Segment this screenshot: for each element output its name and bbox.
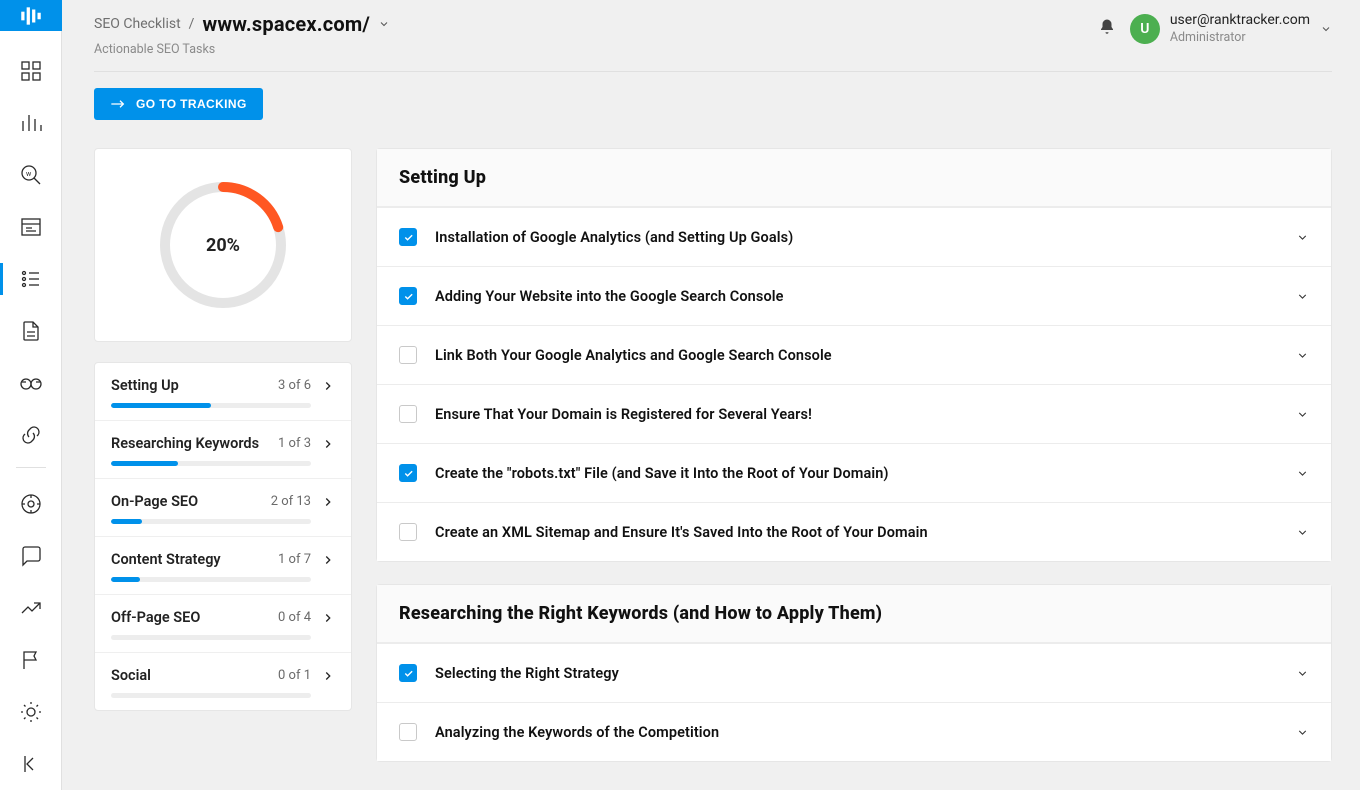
task-checkbox[interactable] (399, 405, 417, 423)
main-content: SEO Checklist / www.spacex.com/ Actionab… (62, 0, 1360, 790)
chevron-right-icon (321, 495, 335, 509)
breadcrumb-root: SEO Checklist (94, 16, 181, 32)
task-checkbox[interactable] (399, 464, 417, 482)
task-title: Analyzing the Keywords of the Competitio… (435, 724, 1296, 741)
chevron-right-icon (321, 611, 335, 625)
task-title: Ensure That Your Domain is Registered fo… (435, 406, 1296, 423)
category-count: 0 of 1 (278, 668, 311, 683)
chevron-down-icon (1296, 349, 1309, 362)
task-title: Link Both Your Google Analytics and Goog… (435, 347, 1296, 364)
task-row[interactable]: Adding Your Website into the Google Sear… (377, 266, 1331, 325)
category-item[interactable]: Researching Keywords 1 of 3 (95, 421, 351, 479)
category-name: Content Strategy (111, 551, 278, 568)
user-role: Administrator (1170, 30, 1310, 46)
progress-card: 20% (94, 148, 352, 342)
category-name: Setting Up (111, 377, 278, 394)
category-name: On-Page SEO (111, 493, 271, 510)
nav-support[interactable] (0, 478, 62, 530)
task-section: Researching the Right Keywords (and How … (376, 584, 1332, 762)
task-checkbox[interactable] (399, 523, 417, 541)
task-row[interactable]: Link Both Your Google Analytics and Goog… (377, 325, 1331, 384)
task-title: Create an XML Sitemap and Ensure It's Sa… (435, 524, 1296, 541)
nav-rail: w (0, 0, 62, 790)
chevron-down-icon (1296, 231, 1309, 244)
avatar: U (1130, 14, 1160, 44)
task-checkbox[interactable] (399, 228, 417, 246)
nav-serp-checker[interactable] (0, 201, 62, 253)
nav-theme[interactable] (0, 686, 62, 738)
task-checkbox[interactable] (399, 664, 417, 682)
task-row[interactable]: Create an XML Sitemap and Ensure It's Sa… (377, 502, 1331, 561)
nav-backlink-monitor[interactable] (0, 409, 62, 461)
svg-text:w: w (26, 170, 32, 178)
task-row[interactable]: Selecting the Right Strategy (377, 643, 1331, 702)
category-list: Setting Up 3 of 6 Researching Keywords 1… (94, 362, 352, 711)
chevron-down-icon (1296, 726, 1309, 739)
task-title: Selecting the Right Strategy (435, 665, 1296, 682)
chevron-down-icon[interactable] (378, 18, 390, 30)
chevron-right-icon (321, 437, 335, 451)
category-count: 2 of 13 (271, 494, 311, 509)
page-subtitle: Actionable SEO Tasks (94, 42, 390, 57)
nav-collapse[interactable] (0, 738, 62, 790)
nav-feedback[interactable] (0, 530, 62, 582)
user-email: user@ranktracker.com (1170, 12, 1310, 30)
task-title: Adding Your Website into the Google Sear… (435, 288, 1296, 305)
go-to-tracking-button[interactable]: GO TO TRACKING (94, 88, 263, 120)
nav-backlink-checker[interactable] (0, 357, 62, 409)
chevron-down-icon (1296, 526, 1309, 539)
task-row[interactable]: Ensure That Your Domain is Registered fo… (377, 384, 1331, 443)
nav-rank-tracker[interactable] (0, 97, 62, 149)
task-row[interactable]: Analyzing the Keywords of the Competitio… (377, 702, 1331, 761)
breadcrumb-site[interactable]: www.spacex.com/ (202, 12, 370, 36)
task-title: Installation of Google Analytics (and Se… (435, 229, 1296, 246)
category-item[interactable]: Setting Up 3 of 6 (95, 363, 351, 421)
task-row[interactable]: Installation of Google Analytics (and Se… (377, 207, 1331, 266)
task-checkbox[interactable] (399, 287, 417, 305)
breadcrumb: SEO Checklist / www.spacex.com/ (94, 12, 390, 36)
section-title: Researching the Right Keywords (and How … (377, 585, 1331, 643)
nav-flag[interactable] (0, 634, 62, 686)
user-menu[interactable]: U user@ranktracker.com Administrator (1130, 12, 1332, 45)
chevron-right-icon (321, 553, 335, 567)
chevron-down-icon (1296, 290, 1309, 303)
category-item[interactable]: Content Strategy 1 of 7 (95, 537, 351, 595)
go-button-label: GO TO TRACKING (136, 97, 247, 111)
category-item[interactable]: Social 0 of 1 (95, 653, 351, 710)
task-sections: Setting Up Installation of Google Analyt… (376, 148, 1332, 762)
category-count: 0 of 4 (278, 610, 311, 625)
nav-trends[interactable] (0, 582, 62, 634)
nav-web-audit[interactable] (0, 305, 62, 357)
page-header: SEO Checklist / www.spacex.com/ Actionab… (94, 12, 1332, 72)
nav-seo-checklist[interactable] (0, 253, 62, 305)
chevron-down-icon (1296, 667, 1309, 680)
progress-donut: 20% (153, 175, 293, 315)
chevron-down-icon (1296, 408, 1309, 421)
chevron-right-icon (321, 669, 335, 683)
task-row[interactable]: Create the "robots.txt" File (and Save i… (377, 443, 1331, 502)
category-name: Researching Keywords (111, 435, 278, 452)
category-name: Social (111, 667, 278, 684)
task-checkbox[interactable] (399, 346, 417, 364)
arrow-right-icon (110, 98, 126, 110)
section-title: Setting Up (377, 149, 1331, 207)
category-count: 3 of 6 (278, 378, 311, 393)
category-item[interactable]: On-Page SEO 2 of 13 (95, 479, 351, 537)
brand-logo[interactable] (0, 0, 62, 31)
breadcrumb-sep: / (189, 16, 195, 32)
progress-percent: 20% (153, 175, 293, 315)
chevron-right-icon (321, 379, 335, 393)
task-section: Setting Up Installation of Google Analyt… (376, 148, 1332, 562)
chevron-down-icon (1296, 467, 1309, 480)
nav-keyword-finder[interactable]: w (0, 149, 62, 201)
nav-dashboard[interactable] (0, 45, 62, 97)
category-count: 1 of 3 (278, 436, 311, 451)
task-checkbox[interactable] (399, 723, 417, 741)
notifications-icon[interactable] (1098, 18, 1116, 40)
category-item[interactable]: Off-Page SEO 0 of 4 (95, 595, 351, 653)
task-title: Create the "robots.txt" File (and Save i… (435, 465, 1296, 482)
chevron-down-icon (1320, 23, 1332, 35)
category-count: 1 of 7 (278, 552, 311, 567)
category-name: Off-Page SEO (111, 609, 278, 626)
